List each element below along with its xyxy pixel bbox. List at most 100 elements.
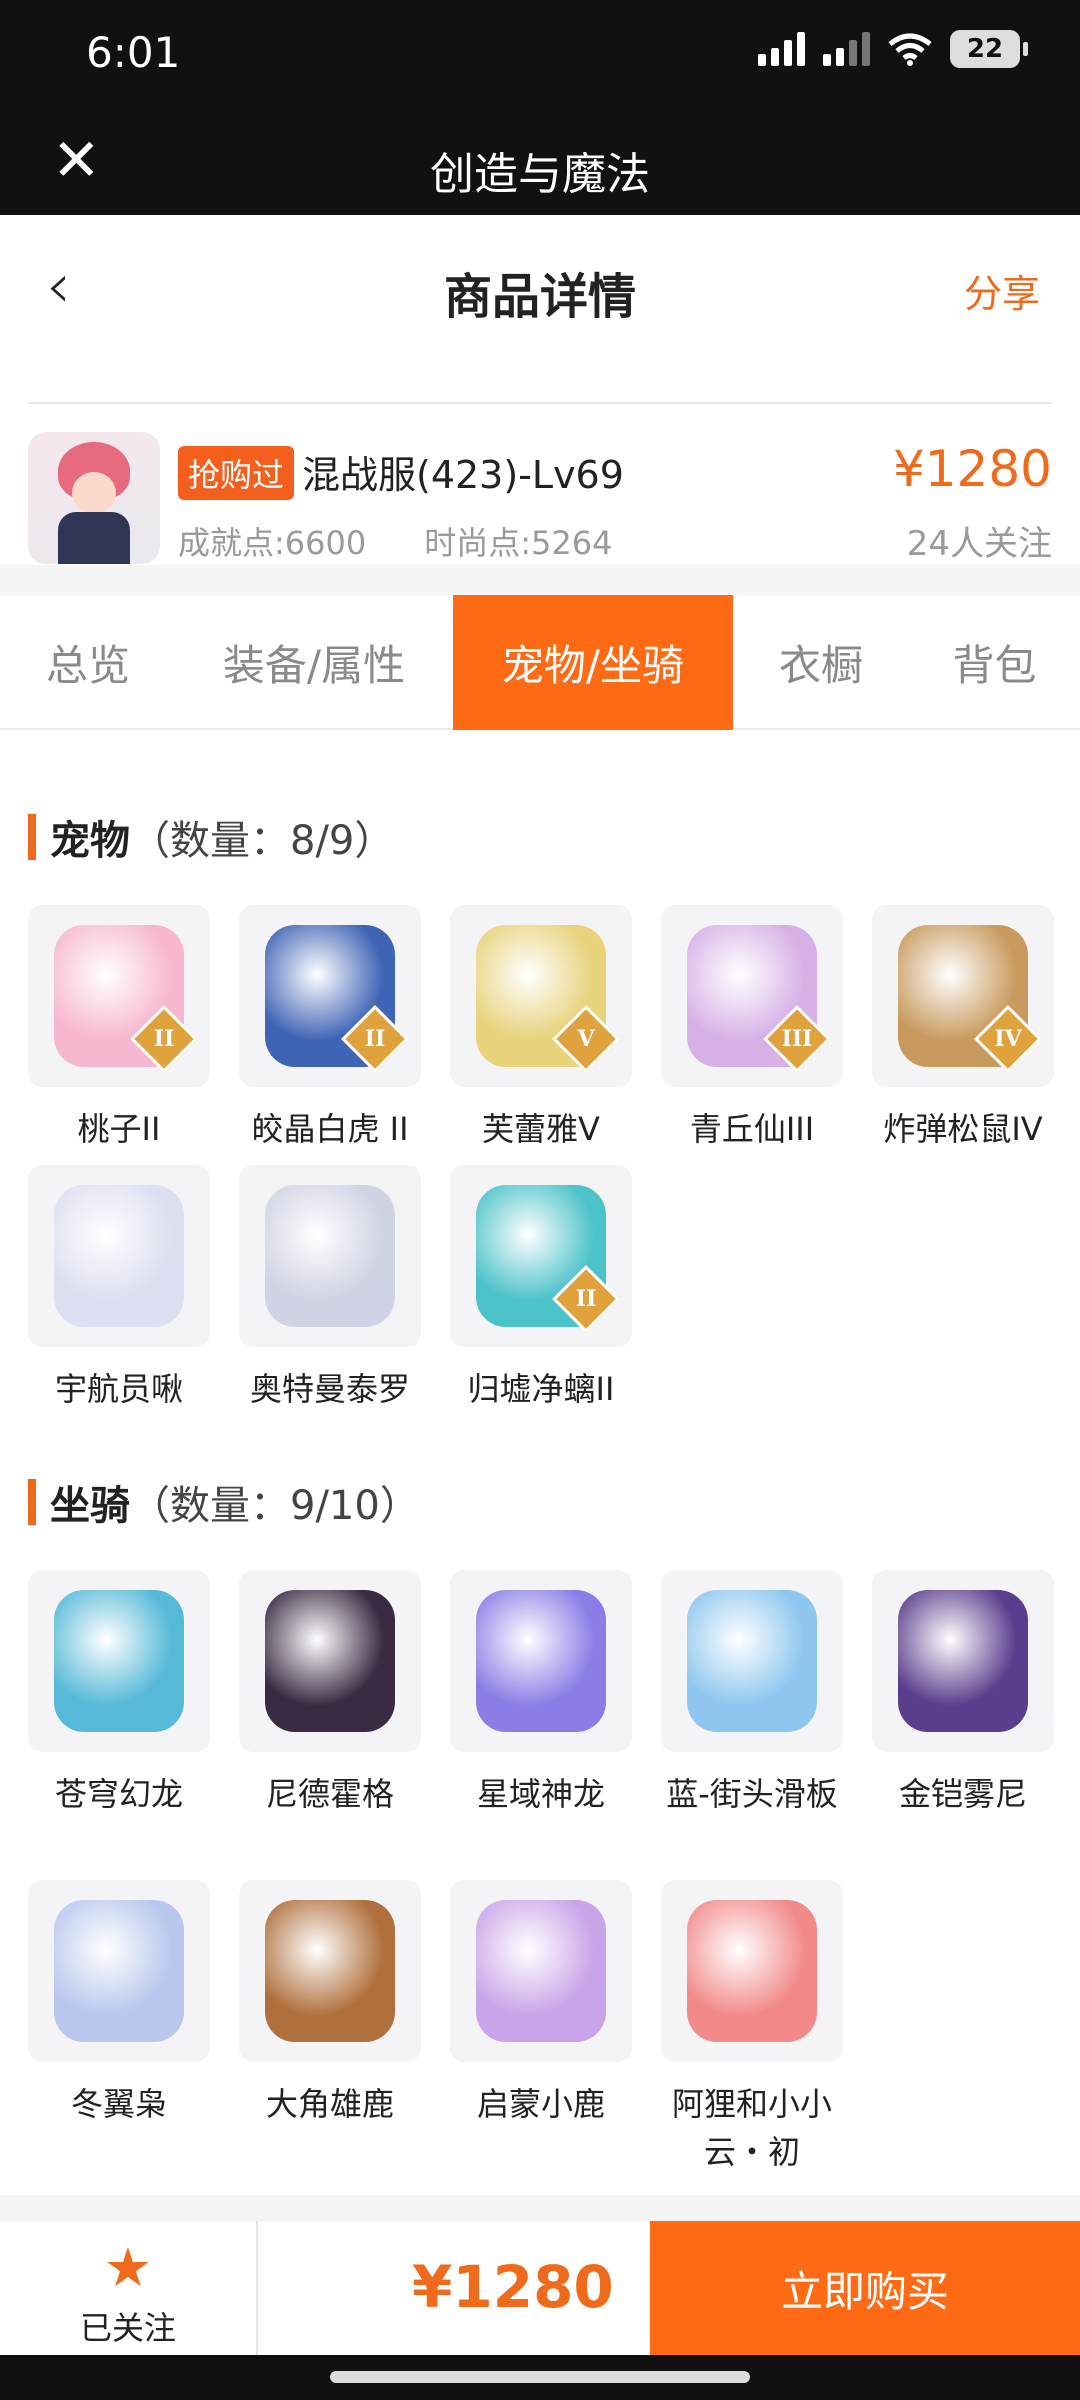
tab-backpack[interactable]: 背包 <box>909 595 1080 730</box>
bottom-price: ¥1280 <box>412 2253 614 2321</box>
product-name: 混战服(423)-Lv69 <box>302 453 624 497</box>
item-thumbnail: V <box>450 905 632 1087</box>
mounts-item[interactable]: 阿狸和小小云・初 <box>661 1880 843 2176</box>
grade-label: IV <box>994 1026 1022 1052</box>
mounts-item[interactable]: 启蒙小鹿 <box>450 1880 632 2128</box>
grade-label: II <box>364 1026 386 1052</box>
pets-item[interactable]: II 归墟净螭II <box>450 1165 632 1413</box>
item-thumbnail <box>239 1880 421 2062</box>
item-thumbnail <box>872 1570 1054 1752</box>
tab-wardrobe[interactable]: 衣橱 <box>733 595 909 730</box>
tab-bar: 总览 装备/属性 宠物/坐骑 衣橱 背包 <box>0 595 1080 730</box>
battery-icon: 22 <box>950 30 1028 68</box>
follow-label: 已关注 <box>79 2309 176 2347</box>
item-name: 冬翼枭 <box>70 2085 167 2123</box>
item-thumbnail <box>661 1880 843 2062</box>
share-button[interactable]: 分享 <box>964 263 1040 318</box>
item-name: 大角雄鹿 <box>265 2085 394 2123</box>
item-thumbnail <box>28 1165 210 1347</box>
item-name: 桃子II <box>77 1110 161 1148</box>
item-thumbnail: II <box>450 1165 632 1347</box>
item-name: 星域神龙 <box>476 1775 605 1813</box>
tab-overview[interactable]: 总览 <box>0 595 176 730</box>
mounts-item[interactable]: 苍穹幻龙 <box>28 1570 210 1818</box>
app-title: 创造与魔法 <box>430 149 650 200</box>
mounts-item[interactable]: 金铠雾尼 <box>872 1570 1054 1818</box>
purchased-tag: 抢购过 <box>178 446 295 500</box>
item-name: 尼德霍格 <box>265 1775 394 1813</box>
follower-count: 24人关注 <box>906 524 1052 564</box>
item-name: 芙蕾雅V <box>482 1110 600 1148</box>
mounts-item[interactable]: 星域神龙 <box>450 1570 632 1818</box>
bottom-action-bar: ★ 已关注 ¥1280 立即购买 <box>0 2220 1080 2356</box>
item-artwork <box>476 1900 606 2042</box>
wifi-icon <box>888 33 932 66</box>
fashion-points: 时尚点:5264 <box>424 524 613 562</box>
item-name: 苍穹幻龙 <box>54 1775 183 1813</box>
pets-item[interactable]: 宇航员啾 <box>28 1165 210 1413</box>
item-name: 青丘仙III <box>689 1110 815 1148</box>
item-name: 金铠雾尼 <box>898 1775 1027 1813</box>
character-avatar <box>28 432 160 564</box>
item-name: 归墟净螭II <box>467 1370 615 1408</box>
pets-title: 宠物 <box>50 818 130 864</box>
item-thumbnail <box>661 1570 843 1752</box>
grade-label: III <box>781 1026 813 1052</box>
tab-equipment[interactable]: 装备/属性 <box>176 595 452 730</box>
page-header: ‹ 商品详情 分享 <box>0 215 1080 355</box>
pets-item[interactable]: 奥特曼泰罗 <box>239 1165 421 1413</box>
item-artwork <box>476 1590 606 1732</box>
pets-count: （数量：8/9） <box>130 818 395 864</box>
divider <box>28 402 1052 404</box>
item-name: 启蒙小鹿 <box>476 2085 605 2123</box>
mounts-item[interactable]: 冬翼枭 <box>28 1880 210 2128</box>
item-name: 皎晶白虎 II <box>251 1110 409 1148</box>
product-price: ¥1280 <box>892 440 1052 498</box>
status-bar: 6:01 22 <box>0 0 1080 110</box>
mounts-item[interactable]: 尼德霍格 <box>239 1570 421 1818</box>
item-name: 奥特曼泰罗 <box>249 1370 410 1408</box>
system-nav-bar <box>0 2355 1080 2400</box>
star-icon: ★ <box>103 2236 153 2299</box>
pets-item[interactable]: III 青丘仙III <box>661 905 843 1153</box>
mounts-section-title: 坐骑 （数量：9/10） <box>28 1473 420 1531</box>
status-icons: 22 <box>758 30 1028 68</box>
item-artwork <box>54 1185 184 1327</box>
tab-pets-mounts[interactable]: 宠物/坐骑 <box>453 595 733 730</box>
item-thumbnail <box>28 1880 210 2062</box>
mounts-item[interactable]: 大角雄鹿 <box>239 1880 421 2128</box>
item-artwork <box>898 1590 1028 1732</box>
item-thumbnail <box>450 1570 632 1752</box>
item-name: 炸弹松鼠IV <box>883 1110 1043 1148</box>
item-thumbnail <box>28 1570 210 1752</box>
follow-button[interactable]: ★ 已关注 <box>0 2221 258 2356</box>
grade-label: V <box>577 1026 595 1052</box>
product-stats: 成就点:6600 时尚点:5264 <box>178 518 612 564</box>
item-artwork <box>687 1590 817 1732</box>
mounts-item[interactable]: 蓝-街头滑板 <box>661 1570 843 1818</box>
buy-now-button[interactable]: 立即购买 <box>650 2221 1080 2356</box>
item-name: 蓝-街头滑板 <box>666 1775 838 1813</box>
grade-label: II <box>575 1286 597 1312</box>
item-thumbnail <box>239 1165 421 1347</box>
signal-icon <box>758 32 805 66</box>
pets-item[interactable]: II 皎晶白虎 II <box>239 905 421 1153</box>
mounts-count: （数量：9/10） <box>130 1483 420 1529</box>
item-thumbnail <box>450 1880 632 2062</box>
item-thumbnail: II <box>239 905 421 1087</box>
pets-item[interactable]: IV 炸弹松鼠IV <box>872 905 1054 1153</box>
item-name: 阿狸和小小云・初 <box>671 2085 832 2171</box>
signal-icon-secondary <box>823 32 870 66</box>
item-artwork <box>54 1590 184 1732</box>
grade-label: II <box>153 1026 175 1052</box>
pets-item[interactable]: V 芙蕾雅V <box>450 905 632 1153</box>
item-artwork <box>265 1185 395 1327</box>
section-gap <box>0 565 1080 595</box>
item-thumbnail: III <box>661 905 843 1087</box>
item-artwork <box>265 1590 395 1732</box>
item-artwork <box>54 1900 184 2042</box>
item-artwork <box>265 1900 395 2042</box>
home-indicator[interactable] <box>330 2371 750 2383</box>
pets-item[interactable]: II 桃子II <box>28 905 210 1153</box>
mounts-title: 坐骑 <box>50 1483 130 1529</box>
